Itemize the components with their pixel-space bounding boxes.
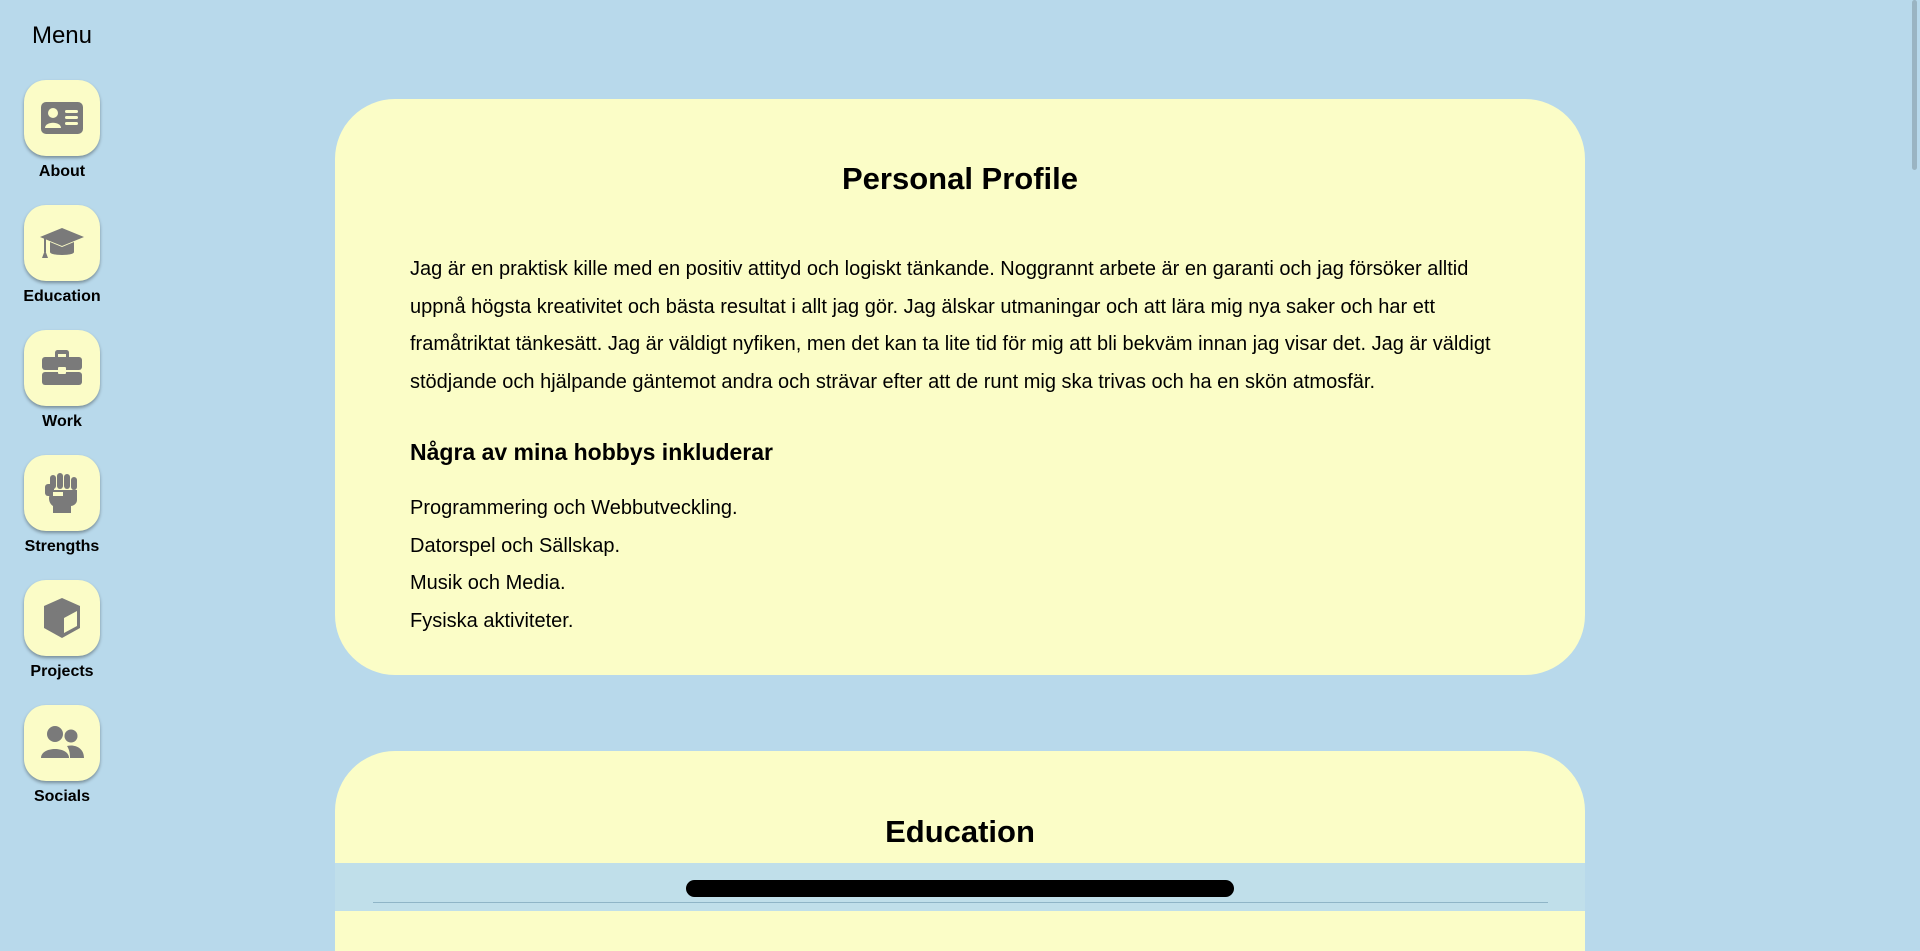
nav-label-socials: Socials [33, 788, 91, 805]
vertical-scrollbar[interactable] [1912, 0, 1917, 170]
nav-button-socials[interactable] [24, 705, 100, 781]
profile-description: Jag är en praktisk kille med en positiv … [410, 258, 1491, 393]
nav-item-about[interactable]: About [0, 80, 124, 181]
hobby-item: Programmering och Webbutveckling. [410, 497, 738, 519]
sidebar-menu: Menu About Education Work Strengths Proj… [0, 0, 125, 911]
nav-button-work[interactable] [24, 330, 100, 406]
nav-button-projects[interactable] [24, 580, 100, 656]
horizontal-scroll-handle[interactable] [686, 880, 1234, 897]
nav-label-education: Education [23, 288, 101, 305]
nav-label-work: Work [42, 413, 82, 430]
education-title: Education [885, 814, 1035, 849]
profile-title: Personal Profile [841, 161, 1079, 196]
education-card: Education [335, 751, 1585, 951]
nav-item-education[interactable]: Education [0, 205, 124, 306]
nav-item-work[interactable]: Work [0, 330, 124, 431]
fist-icon [45, 473, 77, 513]
hobby-item: Fysiska aktiviteter. [410, 609, 574, 632]
hobbies-heading: Några av mina hobbys inkluderar [410, 439, 774, 465]
menu-title: Menu [31, 22, 93, 49]
nav-item-strengths[interactable]: Strengths [0, 455, 124, 556]
hobbies-list: Programmering och Webbutveckling. Dators… [410, 490, 738, 640]
hobby-item: Musik och Media. [410, 572, 566, 594]
graduation-cap-icon [40, 228, 84, 258]
nav-item-projects[interactable]: Projects [0, 580, 124, 681]
users-icon [41, 726, 84, 758]
nav-item-socials[interactable]: Socials [0, 705, 124, 806]
nav-button-strengths[interactable] [24, 455, 100, 531]
briefcase-icon [42, 350, 82, 385]
nav-label-projects: Projects [30, 663, 94, 680]
id-card-icon [41, 102, 83, 134]
nav-label-about: About [38, 163, 86, 180]
hobby-item: Datorspel och Sällskap. [410, 534, 621, 557]
personal-profile-card: Personal Profile Jag är en praktisk kill… [335, 99, 1585, 675]
nav-button-education[interactable] [24, 205, 100, 281]
nav-button-about[interactable] [24, 80, 100, 156]
cube-icon [44, 598, 80, 638]
divider [373, 902, 1548, 903]
nav-label-strengths: Strengths [24, 538, 100, 555]
